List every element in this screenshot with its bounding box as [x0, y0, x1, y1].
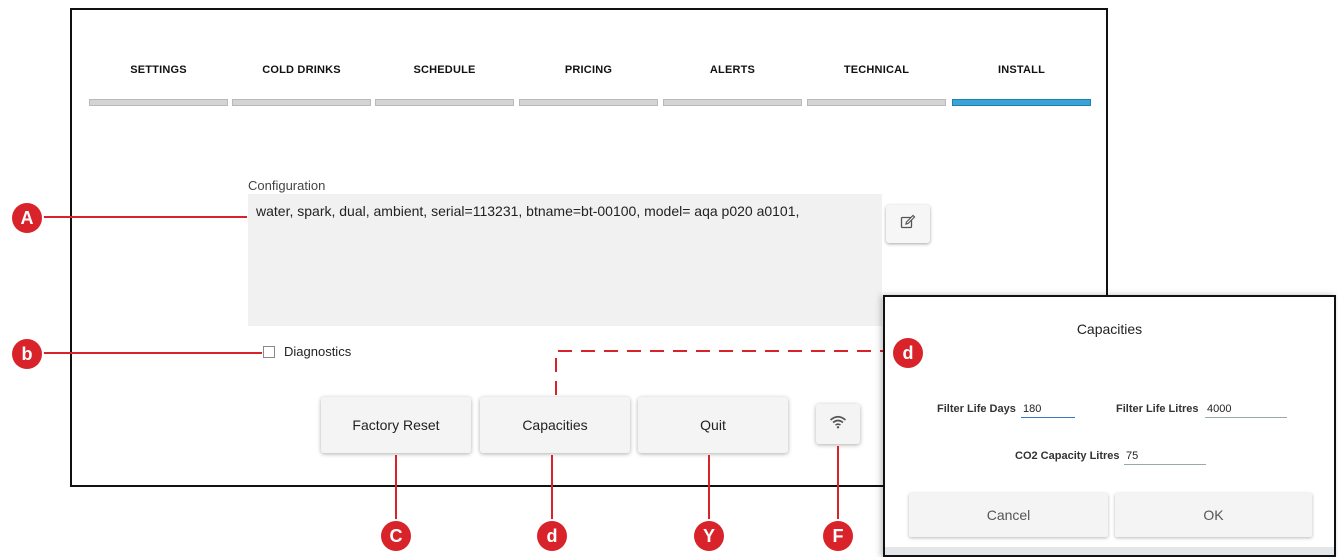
tab-install[interactable]: INSTALL: [951, 64, 1092, 108]
tab-cold-drinks[interactable]: COLD DRINKS: [231, 64, 372, 108]
callout-badge-d-dialog: d: [893, 338, 923, 368]
ok-button[interactable]: OK: [1115, 493, 1312, 537]
co2-capacity-litres-label: CO2 Capacity Litres: [1015, 450, 1120, 462]
tab-indicator: [375, 99, 514, 106]
callout-badge-y: Y: [694, 521, 724, 551]
dialog-title: Capacities: [1076, 321, 1143, 337]
callout-badge-c: C: [381, 521, 411, 551]
cancel-button[interactable]: Cancel: [909, 493, 1108, 537]
callout-badge-b: b: [12, 339, 42, 369]
callout-badge-a: A: [12, 203, 42, 233]
tab-schedule[interactable]: SCHEDULE: [374, 64, 515, 108]
edit-configuration-button[interactable]: [886, 205, 930, 243]
edit-icon: [900, 214, 916, 235]
factory-reset-button[interactable]: Factory Reset: [321, 397, 471, 453]
wifi-button[interactable]: [816, 404, 860, 444]
callout-badge-f: F: [823, 521, 853, 551]
filter-life-days-label: Filter Life Days: [937, 403, 1016, 415]
co2-capacity-litres-field[interactable]: [1124, 448, 1206, 465]
filter-life-days-field[interactable]: [1021, 401, 1075, 418]
configuration-label: Configuration: [248, 178, 326, 193]
quit-button[interactable]: Quit: [638, 397, 788, 453]
tab-label: INSTALL: [997, 64, 1046, 76]
callout-badge-d: d: [537, 521, 567, 551]
tab-indicator: [807, 99, 946, 106]
tab-indicator: [663, 99, 802, 106]
capacities-button[interactable]: Capacities: [480, 397, 630, 453]
tab-strip: SETTINGS COLD DRINKS SCHEDULE PRICING AL…: [88, 64, 1092, 108]
capacities-dialog: Capacities Filter Life Days Filter Life …: [883, 295, 1336, 557]
filter-life-litres-field[interactable]: [1205, 401, 1287, 418]
diagnostics-row: Diagnostics: [263, 344, 351, 359]
diagnostics-label: Diagnostics: [284, 344, 352, 359]
diagnostics-checkbox[interactable]: [263, 345, 275, 358]
tab-indicator: [952, 99, 1091, 106]
tab-label: PRICING: [564, 64, 613, 76]
tab-label: ALERTS: [709, 64, 756, 76]
tab-pricing[interactable]: PRICING: [518, 64, 659, 108]
tab-technical[interactable]: TECHNICAL: [806, 64, 947, 108]
tab-label: COLD DRINKS: [262, 64, 341, 76]
tab-settings[interactable]: SETTINGS: [88, 64, 229, 108]
wifi-icon: [829, 415, 847, 434]
tab-indicator: [232, 99, 371, 106]
tab-label: SETTINGS: [130, 64, 187, 76]
tab-label: TECHNICAL: [843, 64, 910, 76]
tab-indicator: [519, 99, 658, 106]
tab-alerts[interactable]: ALERTS: [662, 64, 803, 108]
tab-indicator: [89, 99, 228, 106]
dialog-footer-strip: [885, 547, 1334, 555]
filter-life-litres-label: Filter Life Litres: [1116, 403, 1199, 415]
tab-label: SCHEDULE: [413, 64, 476, 76]
configuration-field[interactable]: water, spark, dual, ambient, serial=1132…: [248, 194, 882, 326]
